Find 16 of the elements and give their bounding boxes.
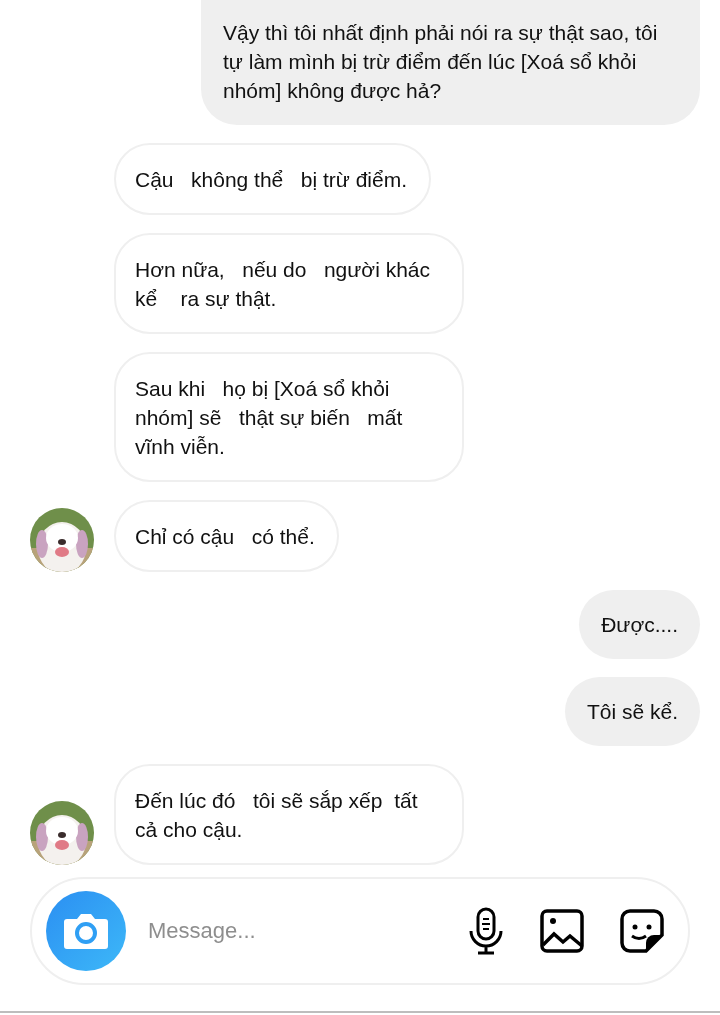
message-bubble: Đến lúc đó tôi sẽ sắp xếp tất cả cho cậu.: [114, 764, 464, 865]
message-bubble: Tôi sẽ kể.: [564, 677, 700, 746]
sticker-icon: [620, 909, 664, 953]
message-bubble: Vậy thì tôi nhất định phải nói ra sự thật sao, tôi tự làm mình bị trừ điểm đến lúc [Xoá sổ khỏi nhóm] không được hả?: [201, 0, 700, 125]
image-icon: [540, 909, 584, 953]
gallery-button[interactable]: [540, 909, 584, 953]
message-bubble: Chỉ có cậu có thể.: [114, 500, 339, 572]
camera-button[interactable]: [46, 891, 126, 971]
message-bubble: Được....: [579, 590, 700, 659]
microphone-button[interactable]: [468, 907, 504, 955]
camera-icon: [63, 911, 109, 951]
message-bubble: Hơn nữa, nếu do người khác kể ra sự thật.: [114, 233, 464, 334]
message-bubble: Cậu không thể bị trừ điểm.: [114, 143, 432, 215]
microphone-icon: [468, 907, 504, 955]
message-bubble: Sau khi họ bị [Xoá sổ khỏi nhóm] sẽ thật sự biến mất vĩnh viễn.: [114, 352, 464, 482]
sticker-button[interactable]: [620, 909, 664, 953]
